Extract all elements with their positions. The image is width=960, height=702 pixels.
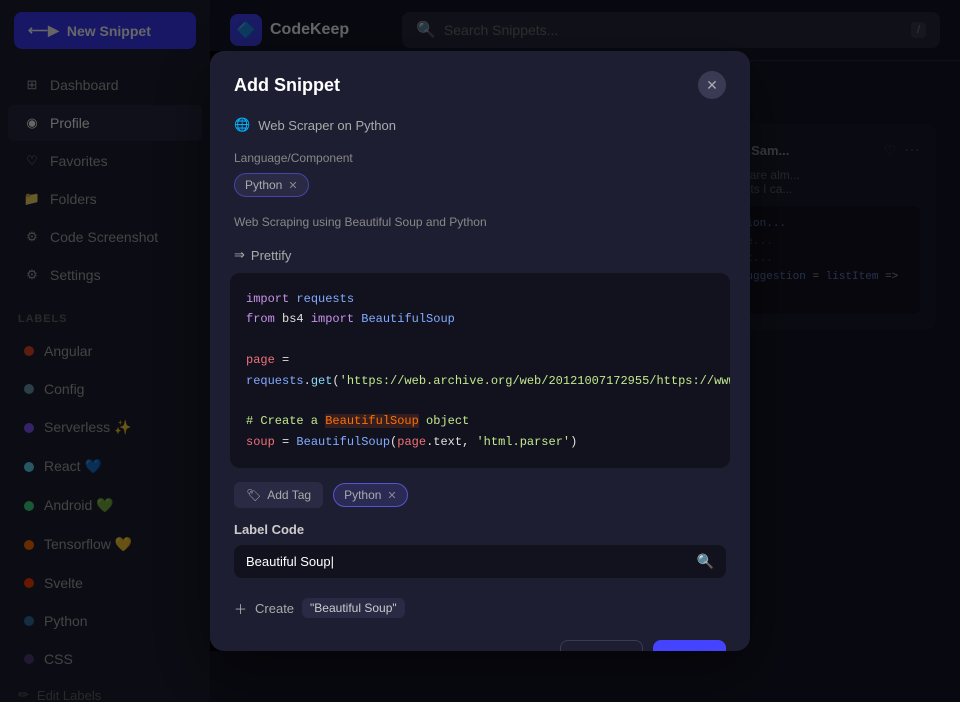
python-tag[interactable]: Python ✕ <box>234 173 309 197</box>
modal-add-tag-row: 🏷 Add Tag Python ✕ <box>210 468 750 522</box>
label-code-title: Label Code <box>234 522 726 537</box>
add-tag-button[interactable]: 🏷 Add Tag <box>234 482 323 508</box>
label-code-section: Label Code 🔍 <box>210 522 750 588</box>
modal-snippet-name-row: 🌐 Web Scraper on Python <box>210 113 750 147</box>
create-prefix: Create <box>255 601 294 616</box>
cancel-button[interactable]: Cancel <box>560 640 642 651</box>
create-option[interactable]: ＋ Create "Beautiful Soup" <box>210 588 750 626</box>
add-button[interactable]: Add <box>653 640 726 651</box>
main-content: 🔷 CodeKeep 🔍 / My Snippets 🧲 RxJs - Obse… <box>210 0 960 702</box>
modal-snippet-name-text: Web Scraper on Python <box>258 118 396 133</box>
prettify-icon: ⇒ <box>234 247 245 263</box>
close-button[interactable]: ✕ <box>698 71 726 99</box>
python-added-tag[interactable]: Python ✕ <box>333 483 408 507</box>
language-label: Language/Component <box>210 147 750 173</box>
add-tag-label: Add Tag <box>267 488 311 502</box>
add-snippet-modal: Add Snippet ✕ 🌐 Web Scraper on Python La… <box>210 51 750 651</box>
modal-overlay[interactable]: Add Snippet ✕ 🌐 Web Scraper on Python La… <box>210 0 960 702</box>
prettify-label: Prettify <box>251 248 291 263</box>
tag-value: Python <box>344 488 381 502</box>
modal-code-area: import requests from bs4 import Beautifu… <box>230 273 730 468</box>
tag-icon: 🏷 <box>246 488 261 502</box>
modal-title: Add Snippet <box>234 75 340 96</box>
search-label-icon: 🔍 <box>697 553 714 570</box>
prettify-row: ⇒ Prettify <box>210 243 750 273</box>
modal-header: Add Snippet ✕ <box>210 51 750 113</box>
snippet-globe-icon: 🌐 <box>234 117 250 133</box>
tag-remove-icon[interactable]: ✕ <box>288 179 297 192</box>
plus-icon: ＋ <box>234 599 247 618</box>
modal-footer: Cancel Add <box>210 626 750 651</box>
label-code-input[interactable] <box>246 554 689 569</box>
label-code-input-row: 🔍 <box>234 545 726 578</box>
tag-label: Python <box>245 178 282 192</box>
create-badge: "Beautiful Soup" <box>302 598 405 618</box>
modal-tag-row: Python ✕ <box>210 173 750 211</box>
tag-remove-icon[interactable]: ✕ <box>387 489 396 502</box>
modal-description: Web Scraping using Beautiful Soup and Py… <box>210 211 750 243</box>
